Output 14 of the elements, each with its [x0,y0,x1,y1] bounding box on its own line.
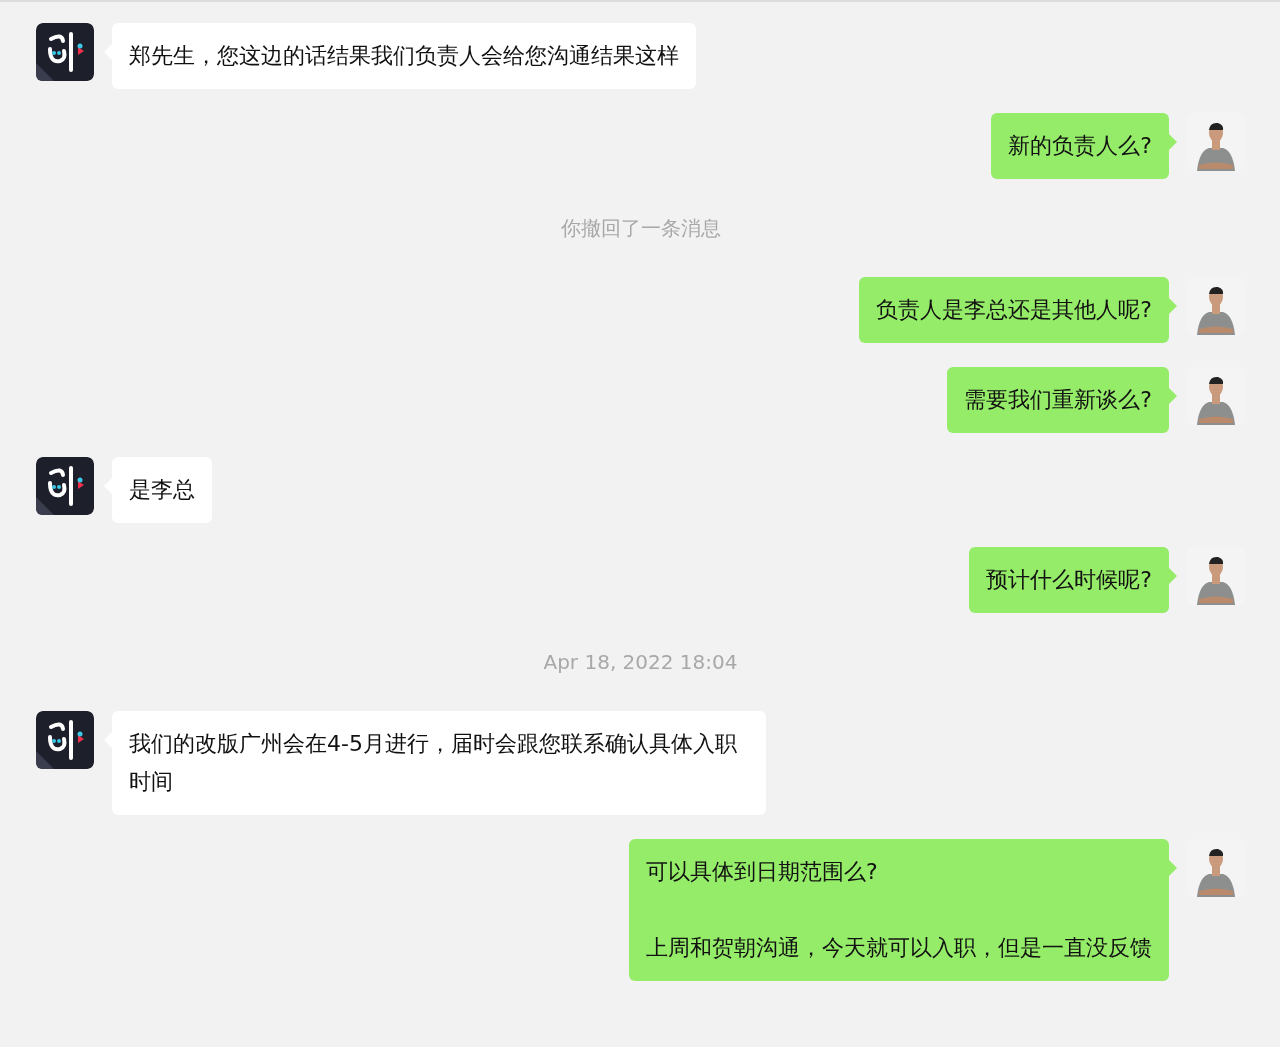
message-text: 可以具体到日期范围么? [646,858,879,886]
message-text: 是李总 [129,476,195,504]
app-logo-icon [36,23,94,81]
message-text: 我们的改版广州会在4-5月进行，届时会跟您联系确认具体入职时间 [129,730,738,796]
message-text: 预计什么时候呢? [986,566,1152,594]
message-text: 新的负责人么? [1008,132,1152,160]
timestamp: Apr 18, 2022 18:04 [543,649,738,676]
message-text: 上周和贺朝沟通，今天就可以入职，但是一直没反馈 [646,934,1152,962]
recall-notice: 你撤回了一条消息 [560,215,721,242]
message-text: 需要我们重新谈么? [964,386,1152,414]
message-text: 负责人是李总还是其他人呢? [876,296,1152,324]
app-logo-icon [36,711,94,769]
message-text: 郑先生，您这边的话结果我们负责人会给您沟通结果这样 [129,42,679,70]
app-logo-icon [36,457,94,515]
